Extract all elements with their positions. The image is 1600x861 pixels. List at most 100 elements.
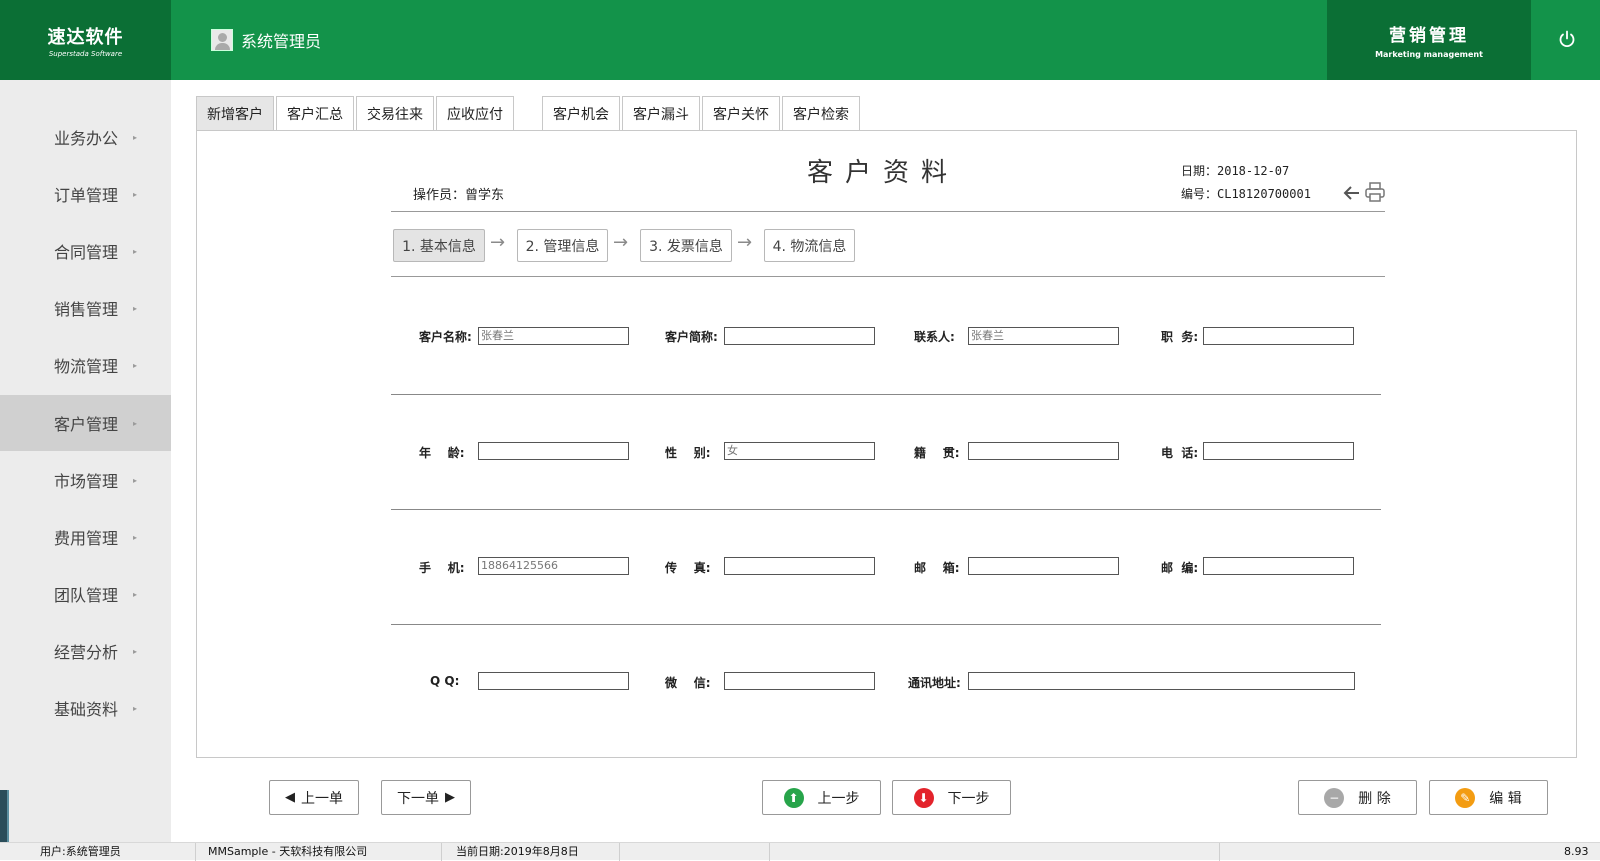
edit-button[interactable]: ✎ 编 辑 xyxy=(1429,780,1548,815)
step-arrow-icon: → xyxy=(490,232,506,253)
mobile-label: 手 机: xyxy=(419,561,465,575)
position-label: 职 务: xyxy=(1161,330,1199,344)
power-icon[interactable] xyxy=(1558,30,1576,48)
sidebar-item-sales-management[interactable]: 销售管理 ▸ xyxy=(0,280,171,336)
fax-label: 传 真: xyxy=(665,561,711,575)
short-name-field[interactable] xyxy=(724,327,875,345)
status-empty-1 xyxy=(620,843,770,861)
zip-label: 邮 编: xyxy=(1161,561,1199,575)
zip-field[interactable] xyxy=(1203,557,1354,575)
native-place-label: 籍 贯: xyxy=(914,446,960,460)
tab-customer-summary[interactable]: 客户汇总 xyxy=(276,96,354,130)
tab-customer-funnel[interactable]: 客户漏斗 xyxy=(622,96,700,130)
chevron-right-icon: ▸ xyxy=(133,303,138,313)
tab-new-customer[interactable]: 新增客户 xyxy=(196,96,274,130)
sidebar-item-label: 费用管理 xyxy=(54,529,119,548)
sidebar-item-basic-data[interactable]: 基础资料 ▸ xyxy=(0,680,171,736)
sidebar-item-customer-management[interactable]: 客户管理 ▸ xyxy=(0,395,171,451)
sidebar-item-market-management[interactable]: 市场管理 ▸ xyxy=(0,452,171,508)
sidebar-item-contract-management[interactable]: 合同管理 ▸ xyxy=(0,223,171,279)
sidebar-item-label: 团队管理 xyxy=(54,586,119,605)
wechat-field[interactable] xyxy=(724,672,875,690)
sidebar-item-label: 合同管理 xyxy=(54,243,119,262)
qq-field[interactable] xyxy=(478,672,629,690)
tab-customer-search[interactable]: 客户检索 xyxy=(782,96,860,130)
qq-label: Q Q: xyxy=(430,674,460,688)
chevron-right-icon: ▸ xyxy=(133,589,138,599)
native-place-field[interactable] xyxy=(968,442,1119,460)
delete-button[interactable]: − 删 除 xyxy=(1298,780,1417,815)
tab-receivables-payables[interactable]: 应收应付 xyxy=(436,96,514,130)
sidebar: 业务办公 ▸ 订单管理 ▸ 合同管理 ▸ 销售管理 ▸ 物流管理 ▸ 客户管理 ▸ 市场管理… xyxy=(0,80,171,842)
address-field[interactable] xyxy=(968,672,1355,690)
status-user: 用户:系统管理员 xyxy=(0,843,196,861)
chevron-right-icon: ▸ xyxy=(133,246,138,256)
tab-customer-care[interactable]: 客户关怀 xyxy=(702,96,780,130)
back-arrow-icon[interactable] xyxy=(1342,184,1362,202)
status-date: 当前日期:2019年8月8日 xyxy=(442,843,620,861)
status-bar: 用户:系统管理员 MMSample - 天软科技有限公司 当前日期:2019年8… xyxy=(0,842,1600,861)
current-user[interactable]: 系统管理员 xyxy=(211,28,321,52)
sidebar-item-logistics-management[interactable]: 物流管理 ▸ xyxy=(0,337,171,393)
logo-title: 速达软件 xyxy=(47,26,124,48)
next-order-button[interactable]: 下一单 ▶ xyxy=(381,780,471,815)
fax-field[interactable] xyxy=(724,557,875,575)
step-arrow-icon: → xyxy=(613,232,629,253)
chevron-right-icon: ▸ xyxy=(133,646,138,656)
prev-order-label: 上一单 xyxy=(301,790,343,807)
module-title: 营销管理 Marketing management xyxy=(1327,0,1531,80)
edit-label: 编 辑 xyxy=(1489,790,1522,807)
phone-label: 电 话: xyxy=(1161,446,1199,460)
mail-field[interactable] xyxy=(968,557,1119,575)
contact-label: 联系人: xyxy=(914,330,955,344)
sidebar-item-business-office[interactable]: 业务办公 ▸ xyxy=(0,109,171,165)
module-title-cn: 营销管理 xyxy=(1389,26,1469,46)
tab-customer-opportunity[interactable]: 客户机会 xyxy=(542,96,620,130)
position-field[interactable] xyxy=(1203,327,1354,345)
status-company: MMSample - 天软科技有限公司 xyxy=(196,843,442,861)
sidebar-item-order-management[interactable]: 订单管理 ▸ xyxy=(0,166,171,222)
next-step-button[interactable]: ⬇ 下一步 xyxy=(892,780,1011,815)
sidebar-item-label: 客户管理 xyxy=(54,415,119,434)
steps-divider xyxy=(391,276,1385,277)
status-empty-2 xyxy=(770,843,1220,861)
gender-field[interactable]: 女 xyxy=(724,442,875,460)
customer-name-field[interactable]: 张春兰 xyxy=(478,327,629,345)
step-logistics-info[interactable]: 4. 物流信息 xyxy=(764,229,855,262)
tab-transactions[interactable]: 交易往来 xyxy=(356,96,434,130)
pencil-icon: ✎ xyxy=(1455,787,1476,808)
page-title: 客户资料 xyxy=(807,158,960,188)
next-order-label: 下一单 xyxy=(397,790,439,807)
sidebar-item-expense-management[interactable]: 费用管理 ▸ xyxy=(0,509,171,565)
triangle-left-icon: ◀ xyxy=(285,790,295,805)
sidebar-item-label: 订单管理 xyxy=(54,186,119,205)
sidebar-item-label: 销售管理 xyxy=(54,300,119,319)
chevron-right-icon: ▸ xyxy=(133,132,138,142)
phone-field[interactable] xyxy=(1203,442,1354,460)
next-step-label: 下一步 xyxy=(947,790,990,807)
chevron-right-icon: ▸ xyxy=(133,189,138,199)
arrow-down-icon: ⬇ xyxy=(913,787,934,808)
step-basic-info[interactable]: 1. 基本信息 xyxy=(393,229,485,262)
address-label: 通讯地址: xyxy=(908,676,961,690)
contact-field[interactable]: 张春兰 xyxy=(968,327,1119,345)
sidebar-resize-handle[interactable] xyxy=(0,790,9,842)
row-divider xyxy=(391,394,1381,395)
age-field[interactable] xyxy=(478,442,629,460)
logo-subtitle: Superstada Software xyxy=(48,49,123,58)
user-name: 系统管理员 xyxy=(241,32,322,51)
mail-label: 邮 箱: xyxy=(914,561,960,575)
module-title-en: Marketing management xyxy=(1375,50,1483,59)
printer-icon[interactable] xyxy=(1364,181,1386,203)
prev-order-button[interactable]: ◀ 上一单 xyxy=(269,780,359,815)
brand-logo: 速达软件 Superstada Software xyxy=(0,0,171,80)
step-invoice-info[interactable]: 3. 发票信息 xyxy=(640,229,732,262)
triangle-right-icon: ▶ xyxy=(445,790,455,805)
sidebar-item-team-management[interactable]: 团队管理 ▸ xyxy=(0,566,171,622)
mobile-field[interactable]: 18864125566 xyxy=(478,557,629,575)
prev-step-button[interactable]: ⬆ 上一步 xyxy=(762,780,881,815)
sidebar-item-business-analysis[interactable]: 经营分析 ▸ xyxy=(0,623,171,679)
chevron-right-icon: ▸ xyxy=(133,532,138,542)
step-management-info[interactable]: 2. 管理信息 xyxy=(517,229,608,262)
chevron-right-icon: ▸ xyxy=(133,703,138,713)
